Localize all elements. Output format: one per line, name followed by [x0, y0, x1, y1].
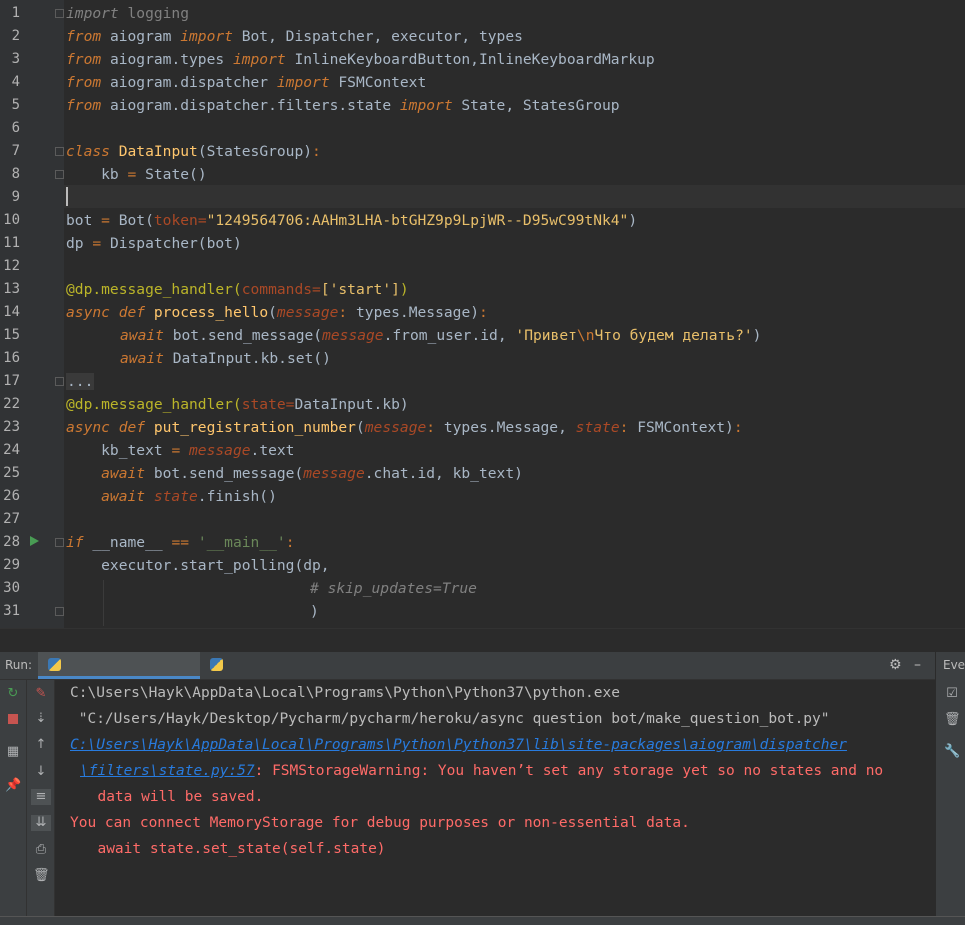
code-line[interactable]: executor.start_polling(dp, — [66, 554, 329, 577]
event-log-label[interactable]: Ever — [943, 658, 965, 672]
stacktrace-link[interactable]: C:\Users\Hayk\AppData\Local\Programs\Pyt… — [70, 737, 847, 753]
line-number: 29 — [3, 557, 20, 573]
line-number: 8 — [11, 166, 20, 182]
code-line[interactable]: async def put_registration_number(messag… — [66, 416, 743, 439]
print-icon[interactable]: ⎙ — [33, 842, 49, 858]
line-number: 11 — [3, 235, 20, 251]
line-number: 4 — [11, 74, 20, 90]
trash-icon[interactable]: 🗑 — [944, 712, 961, 728]
wrench-icon[interactable]: 🔧 — [944, 744, 960, 760]
code-line[interactable]: async def process_hello(message: types.M… — [66, 301, 488, 324]
fold-marker-icon[interactable] — [55, 147, 64, 156]
code-line[interactable]: dp = Dispatcher(bot) — [66, 232, 242, 255]
code-line[interactable]: @dp.message_handler(commands=['start']) — [66, 278, 409, 301]
code-line[interactable]: await bot.send_message(message.from_user… — [120, 324, 761, 347]
console-line: await state.set_state(self.state) — [80, 841, 386, 857]
fold-marker-icon[interactable] — [55, 9, 64, 18]
console-line: You can connect MemoryStorage for debug … — [70, 815, 690, 831]
edit-config-icon[interactable]: ✎ — [33, 686, 49, 702]
code-line[interactable]: from aiogram.types import InlineKeyboard… — [66, 48, 655, 71]
console-line: "C:/Users/Hayk/Desktop/Pycharm/pycharm/h… — [70, 711, 830, 727]
pin-icon[interactable]: 📌 — [5, 778, 21, 794]
trash-icon[interactable]: 🗑 — [33, 868, 50, 884]
line-number: 13 — [3, 281, 20, 297]
code-line[interactable]: class DataInput(StatesGroup): — [66, 140, 321, 163]
stop-icon[interactable] — [5, 711, 21, 727]
arrow-up-icon[interactable]: ↑ — [33, 737, 49, 753]
line-number: 2 — [11, 28, 20, 44]
soft-wrap-icon[interactable]: ≡ — [31, 789, 51, 805]
line-number: 14 — [3, 304, 20, 320]
rerun-icon[interactable]: ↻ — [5, 686, 21, 702]
gear-icon[interactable]: ⚙ — [889, 652, 902, 679]
code-editor[interactable]: 1 2 3 4 5 6 7 8 9 10 11 12 13 14 15 16 1… — [0, 0, 965, 628]
code-line[interactable]: from aiogram import Bot, Dispatcher, exe… — [66, 25, 523, 48]
code-line[interactable]: await bot.send_message(message.chat.id, … — [66, 462, 523, 485]
stacktrace-link[interactable]: \filters\state.py:57 — [80, 763, 255, 779]
line-number: 31 — [3, 603, 20, 619]
line-number: 12 — [3, 258, 20, 274]
fold-marker-icon[interactable] — [55, 170, 64, 179]
fold-marker-icon[interactable] — [55, 607, 64, 616]
tab-states[interactable]: states✕ — [200, 652, 280, 699]
console-line: \filters\state.py:57: FSMStorageWarning:… — [80, 763, 884, 779]
line-number: 10 — [3, 212, 20, 228]
line-number: 23 — [3, 419, 20, 435]
code-line[interactable]: from aiogram.dispatcher import FSMContex… — [66, 71, 426, 94]
line-number: 27 — [3, 511, 20, 527]
line-number: 3 — [11, 51, 20, 67]
layout-icon[interactable]: ▦ — [5, 744, 21, 760]
line-number: 1 — [11, 5, 20, 21]
line-number: 17 — [3, 373, 20, 389]
run-toolbar: ↻ ▦ 📌 — [0, 680, 27, 924]
code-line[interactable]: import logging — [66, 2, 189, 25]
run-label: Run: — [5, 658, 33, 672]
line-number: 30 — [3, 580, 20, 596]
line-number: 5 — [11, 97, 20, 113]
code-line[interactable]: ) — [310, 600, 319, 623]
line-number: 6 — [11, 120, 20, 136]
current-line-highlight — [64, 185, 965, 208]
code-line[interactable]: kb_text = message.text — [66, 439, 294, 462]
checkbox-icon[interactable]: ☑ — [944, 686, 960, 702]
minimize-icon[interactable]: – — [914, 652, 921, 679]
code-line[interactable]: kb = State() — [66, 163, 206, 186]
line-number: 22 — [3, 396, 20, 412]
text-caret — [66, 187, 68, 206]
code-line[interactable]: from aiogram.dispatcher.filters.state im… — [66, 94, 620, 117]
python-file-icon — [48, 658, 61, 671]
code-line[interactable]: bot = Bot(token="1249564706:AAHm3LHA-btG… — [66, 209, 637, 232]
line-number: 25 — [3, 465, 20, 481]
fold-expand-icon[interactable] — [55, 377, 64, 386]
arrow-down-icon[interactable]: ↓ — [33, 764, 49, 780]
line-number: 24 — [3, 442, 20, 458]
console-line: data will be saved. — [80, 789, 264, 805]
fold-marker-icon[interactable] — [55, 538, 64, 547]
console-line: C:\Users\Hayk\AppData\Local\Programs\Pyt… — [70, 732, 847, 758]
indent-guide — [103, 580, 104, 626]
tab-make-question-bot[interactable]: make_question_bot✕ — [38, 652, 200, 699]
console-line: C:\Users\Hayk\AppData\Local\Programs\Pyt… — [70, 685, 620, 701]
run-tool-window-header: Run: make_question_bot✕ states✕ ⚙ – — [0, 652, 965, 699]
scroll-to-end-icon[interactable]: ⇣ — [33, 711, 49, 727]
event-log-panel: Ever ☑ 🗑 🔧 — [935, 652, 965, 924]
line-number: 15 — [3, 327, 20, 343]
line-number: 9 — [11, 189, 20, 205]
code-line[interactable]: await state.finish() — [66, 485, 277, 508]
line-number: 7 — [11, 143, 20, 159]
console-toolbar: ✎ ⇣ ↑ ↓ ≡ ⇊ ⎙ 🗑 — [27, 680, 55, 924]
code-line[interactable]: await DataInput.kb.set() — [120, 347, 331, 370]
run-gutter-icon[interactable] — [30, 536, 39, 546]
line-number: 16 — [3, 350, 20, 366]
code-line[interactable]: if __name__ == '__main__': — [66, 531, 294, 554]
code-line[interactable]: # skip_updates=True — [310, 577, 477, 600]
code-line[interactable]: @dp.message_handler(state=DataInput.kb) — [66, 393, 409, 416]
line-number: 26 — [3, 488, 20, 504]
panel-divider[interactable] — [0, 628, 965, 653]
scroll-end-icon[interactable]: ⇊ — [31, 815, 51, 831]
python-file-icon — [210, 658, 223, 671]
folded-code[interactable]: ... — [66, 370, 95, 393]
line-number: 28 — [3, 534, 20, 550]
